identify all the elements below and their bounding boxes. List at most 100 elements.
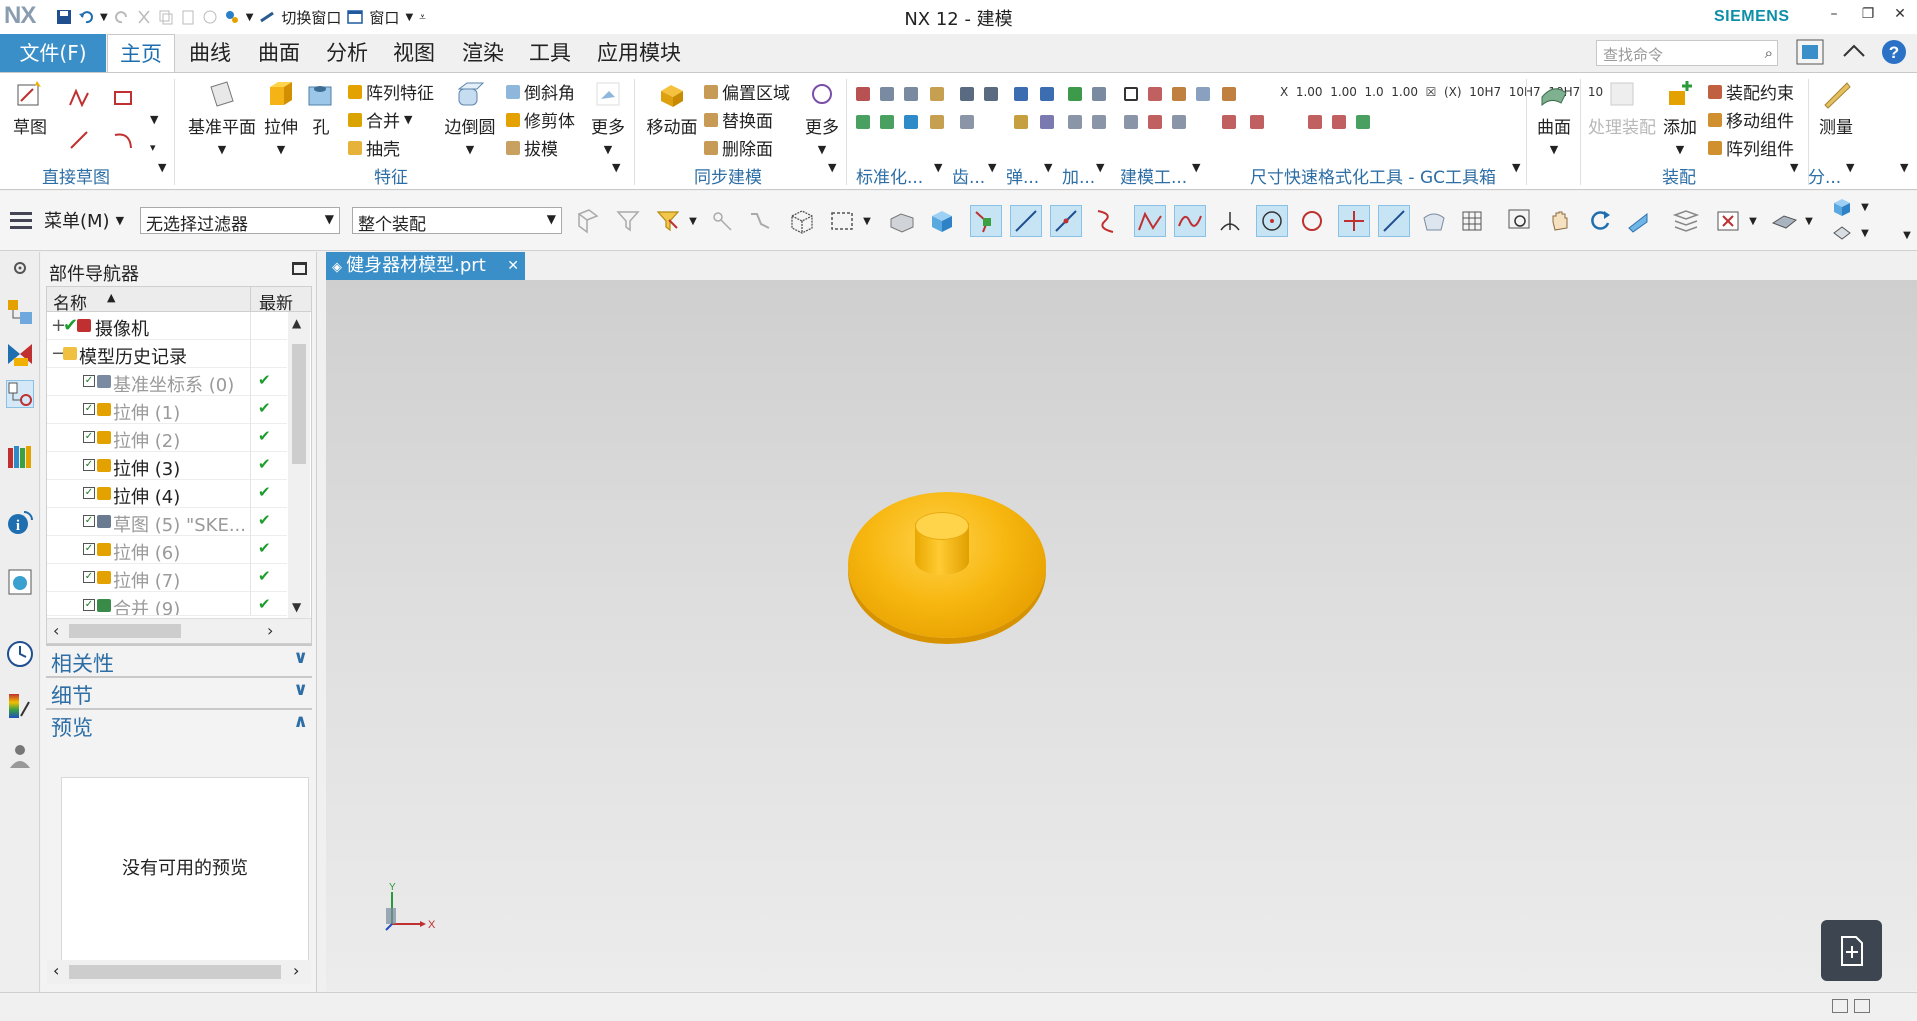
maximize-panel-icon[interactable] [292, 262, 307, 275]
scroll-left-icon[interactable]: ‹ [53, 961, 59, 980]
constraint-navigator-icon[interactable] [6, 340, 34, 368]
tree-node-feature[interactable]: ✓ 拉伸 (6) ✔ [47, 536, 287, 564]
preview-section[interactable]: 预览 ∧ [46, 708, 312, 740]
file-menu[interactable]: 文件(F) [0, 34, 106, 72]
triangle-icon[interactable] [1124, 87, 1138, 101]
move-face-button[interactable]: 移动面 [644, 79, 700, 138]
tool-icon[interactable] [904, 115, 918, 129]
chevron-down-icon[interactable]: ∨ [293, 679, 308, 700]
gear-tool-icon[interactable] [960, 115, 974, 129]
replace-face-button[interactable]: 替换面 [704, 107, 773, 132]
group-assembly-dropdown[interactable]: ▼ [1790, 161, 1798, 174]
standard-part-icon[interactable] [856, 87, 870, 101]
process-assembly-button[interactable]: 处理装配 [1586, 79, 1658, 138]
tab-applications[interactable]: 应用模块 [585, 34, 693, 72]
repeat-command-icon[interactable] [202, 9, 218, 25]
rectangle-select-icon[interactable] [826, 205, 858, 237]
selection-filter-select[interactable]: 无选择过滤器 ▼ [140, 207, 340, 235]
snap-point-on-curve-icon[interactable] [1378, 205, 1410, 237]
sketch-button[interactable]: 草图 [8, 79, 52, 138]
spring-icon[interactable] [1014, 115, 1028, 129]
visibility-checkbox[interactable]: ✓ [83, 431, 95, 443]
edge-blend-button[interactable]: 边倒圆 ▼ [442, 79, 498, 158]
gc-toolbox-icon[interactable] [1308, 115, 1322, 129]
history-clock-icon[interactable] [6, 640, 34, 668]
scroll-right-icon[interactable]: › [293, 961, 299, 980]
group-feature-dropdown[interactable]: ▼ [612, 161, 620, 174]
snap-grid-icon[interactable] [1456, 205, 1488, 237]
process-icon[interactable] [1092, 87, 1106, 101]
search-icon[interactable]: ⌕ [1765, 44, 1773, 62]
snap-midpoint-icon[interactable] [1050, 205, 1082, 237]
edge-dropdown-icon[interactable]: ▼ [1858, 221, 1872, 245]
snap-spline-icon[interactable] [1174, 205, 1206, 237]
pattern-component-button[interactable]: 阵列组件 [1708, 135, 1794, 160]
sync-more-button[interactable]: 更多 ▼ [802, 79, 842, 158]
graphics-window[interactable]: Y X [326, 280, 1917, 991]
collapse-ribbon-icon[interactable] [1838, 38, 1870, 68]
tree-vertical-scrollbar[interactable]: ▲ ▼ [288, 312, 310, 618]
snap-intersection-icon[interactable] [1338, 205, 1370, 237]
gc-toolbox-icon[interactable] [1250, 115, 1264, 129]
group-spring-dropdown[interactable]: ▼ [1044, 161, 1052, 174]
filter-icon[interactable] [612, 205, 644, 237]
tree-node-feature[interactable]: ✓ 拉伸 (2) ✔ [47, 424, 287, 452]
chamfer-button[interactable]: 倒斜角 [506, 79, 575, 104]
full-screen-icon[interactable] [1794, 38, 1826, 68]
fit-view-icon[interactable] [1712, 205, 1744, 237]
zoom-view-icon[interactable] [1504, 205, 1536, 237]
solid-body-icon[interactable] [886, 205, 918, 237]
snap-perpendicular-icon[interactable] [1214, 205, 1246, 237]
snap-icon[interactable] [706, 205, 738, 237]
scroll-left-icon[interactable]: ‹ [53, 621, 59, 640]
details-section[interactable]: 细节 ∨ [46, 676, 312, 708]
group-sketch-dropdown[interactable]: ▼ [158, 161, 166, 174]
shell-button[interactable]: 抽壳 [348, 135, 400, 160]
arc-icon[interactable] [112, 129, 134, 151]
tree-horizontal-scrollbar[interactable]: ‹ › [47, 618, 311, 643]
tree-node-model-history[interactable]: − 模型历史记录 [47, 340, 287, 368]
feature-more-button[interactable]: 更多 ▼ [588, 79, 628, 158]
visibility-checkbox[interactable]: ✓ [83, 515, 95, 527]
move-component-button[interactable]: 移动组件 [1708, 107, 1794, 132]
tree-node-feature[interactable]: ✓ 拉伸 (1) ✔ [47, 396, 287, 424]
dependencies-section[interactable]: 相关性 ∨ [46, 644, 312, 676]
visibility-checkbox[interactable]: ✓ [83, 599, 95, 611]
modeling-tool-icon[interactable] [1172, 87, 1186, 101]
tree-node-feature[interactable]: ✓ 拉伸 (3) ✔ [47, 452, 287, 480]
orient-view-icon[interactable] [1622, 205, 1654, 237]
profile-icon[interactable] [68, 87, 90, 109]
tool-icon[interactable] [930, 115, 944, 129]
datum-plane-button[interactable]: 基准平面 ▼ [186, 79, 258, 158]
ribbon-options-dropdown[interactable]: ▼ [1900, 161, 1908, 174]
shaded-cube-icon[interactable] [1826, 195, 1858, 219]
modeling-tool-icon[interactable] [1148, 87, 1162, 101]
part-navigator-icon[interactable] [6, 380, 34, 408]
window-menu-button[interactable]: 窗口 [369, 7, 399, 28]
scroll-up-icon[interactable]: ▲ [292, 316, 301, 330]
wireframe-box-icon[interactable] [786, 205, 818, 237]
bolt-icon[interactable] [930, 87, 944, 101]
group-gear-dropdown[interactable]: ▼ [988, 161, 996, 174]
tree-node-camera[interactable]: + ✔ 摄像机 [47, 312, 287, 340]
group-sync-dropdown[interactable]: ▼ [828, 161, 836, 174]
information-icon[interactable]: i [6, 508, 34, 536]
tab-curve[interactable]: 曲线 [177, 34, 243, 72]
add-component-button[interactable]: 添加 ▼ [1660, 79, 1700, 158]
spring-icon[interactable] [1040, 87, 1054, 101]
view-dropdown-icon[interactable]: ▼ [1746, 205, 1760, 237]
command-search-input[interactable]: 查找命令 ⌕ [1596, 40, 1778, 66]
blue-cube-icon[interactable] [926, 205, 958, 237]
gc-toolbox-icon[interactable] [1222, 87, 1236, 101]
touch-mode-icon[interactable] [224, 9, 240, 25]
status-grid-icon[interactable] [1832, 999, 1848, 1013]
visibility-checkbox[interactable]: ✓ [83, 487, 95, 499]
help-icon[interactable]: ? [1878, 38, 1910, 68]
gc-toolbox-icon[interactable] [1332, 115, 1346, 129]
tree-node-feature[interactable]: ✓ 草图 (5) "SKE... ✔ [47, 508, 287, 536]
filter-dropdown-icon[interactable]: ▼ [686, 205, 700, 237]
select-connected-icon[interactable] [744, 205, 776, 237]
tab-analysis[interactable]: 分析 [314, 34, 380, 72]
gear-tool-icon[interactable] [984, 87, 998, 101]
fastener-icon[interactable] [904, 87, 918, 101]
